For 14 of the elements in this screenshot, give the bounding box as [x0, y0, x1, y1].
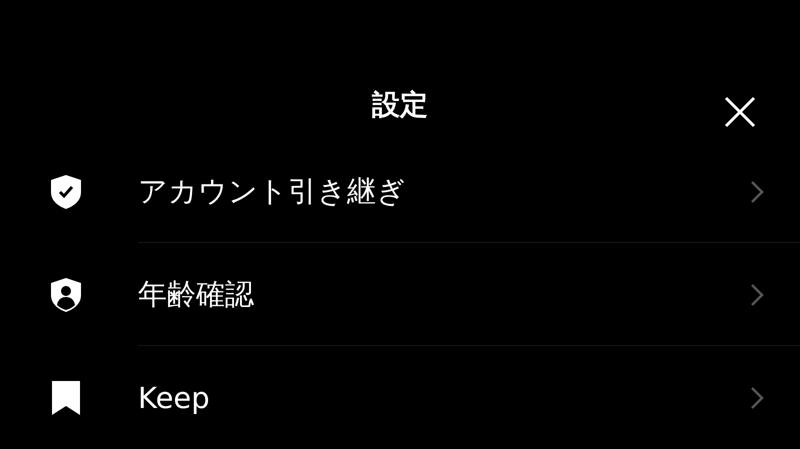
- settings-item[interactable]: Keep: [0, 346, 800, 449]
- settings-item[interactable]: 年齢確認: [0, 243, 800, 346]
- item-label: アカウント引き継ぎ: [138, 172, 407, 210]
- shield-person-icon: [50, 276, 82, 312]
- shield-check-icon: [50, 174, 82, 210]
- chevron-right-icon: [750, 180, 764, 204]
- chevron-right-icon: [750, 282, 764, 306]
- bookmark-icon: [51, 380, 81, 416]
- item-label: 年齢確認: [138, 276, 255, 312]
- item-label: Keep: [138, 380, 211, 414]
- settings-item[interactable]: アカウント引き継ぎ: [0, 140, 800, 243]
- close-icon: [724, 96, 756, 128]
- chevron-right-icon: [750, 386, 764, 410]
- screen-title: 設定: [372, 87, 428, 123]
